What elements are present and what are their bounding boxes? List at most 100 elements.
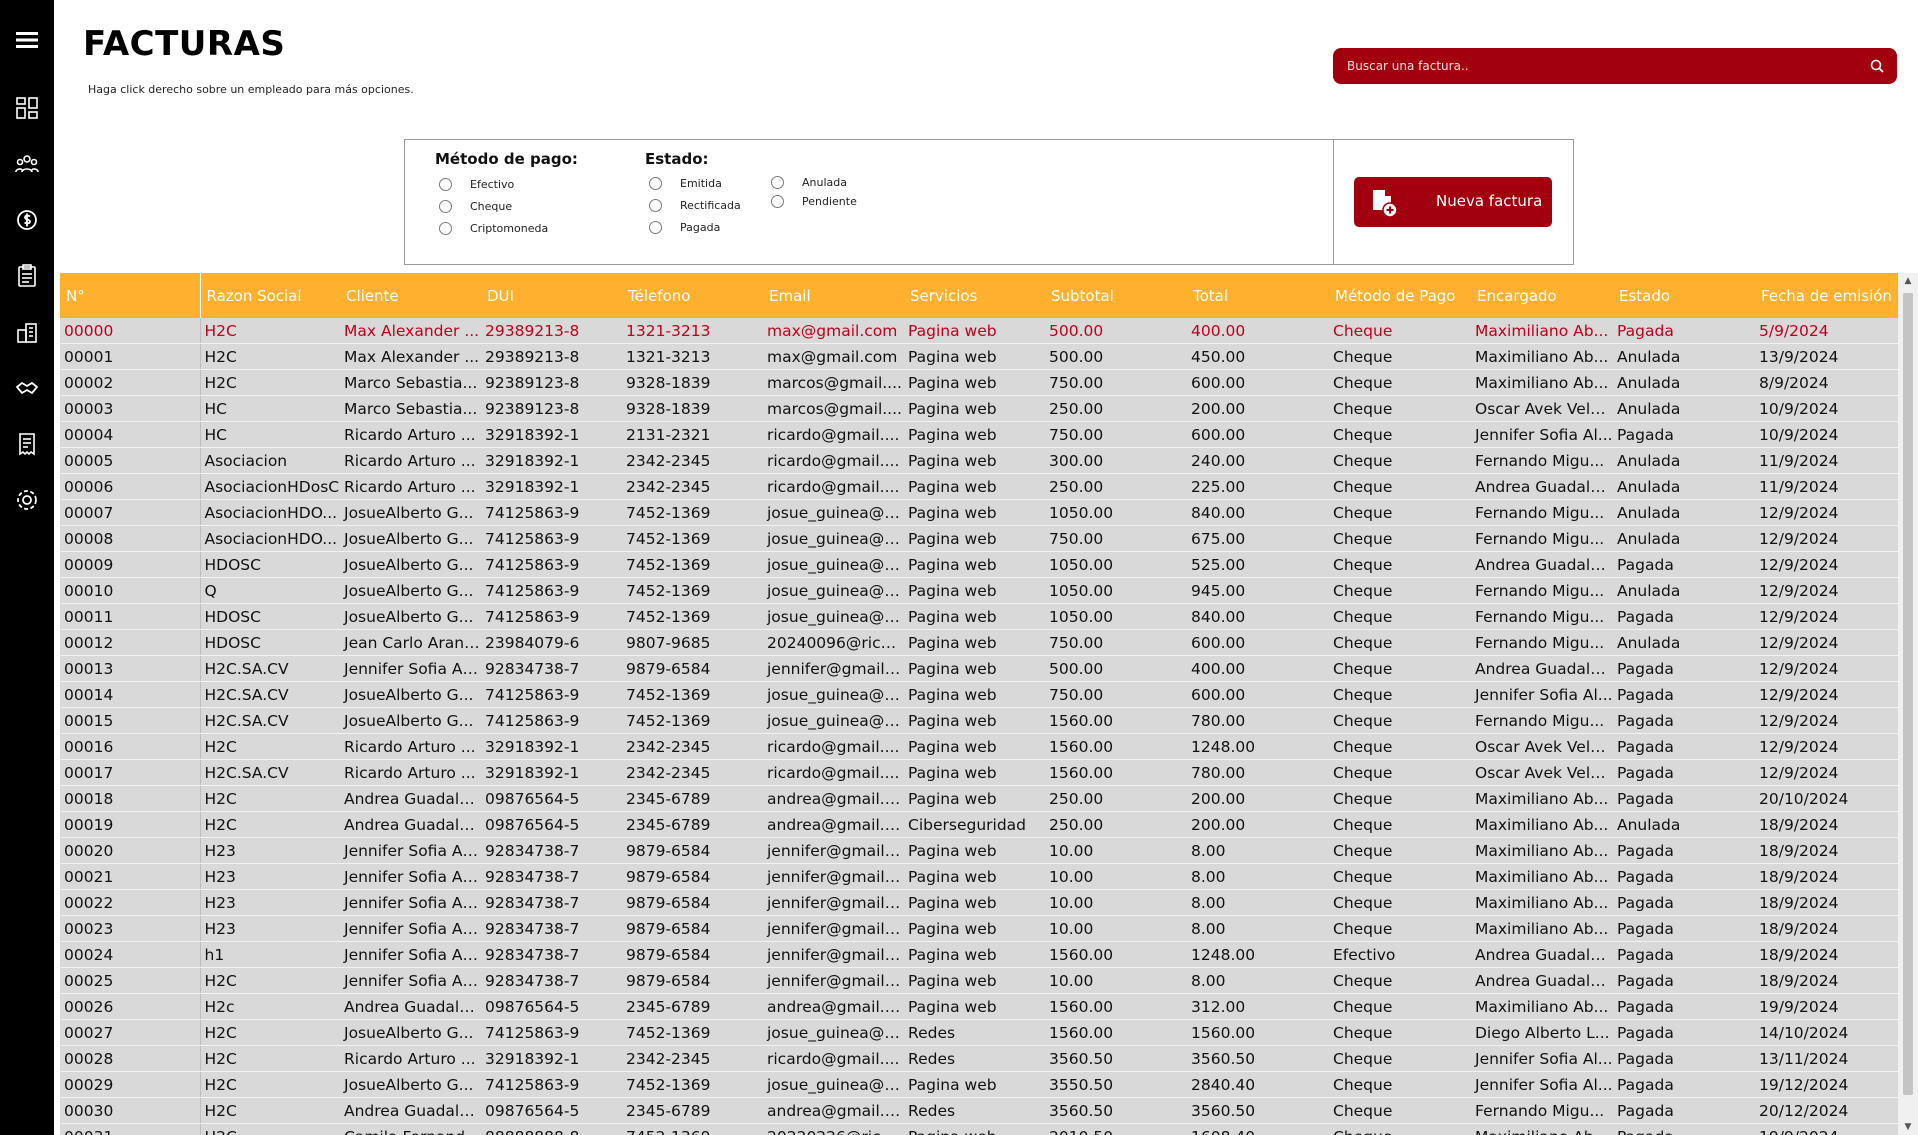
column-header[interactable]: Estado	[1613, 273, 1755, 318]
column-header[interactable]: Email	[763, 273, 904, 318]
column-header[interactable]: Subtotal	[1045, 273, 1187, 318]
table-cell: 3560.50	[1045, 1045, 1187, 1072]
radio-circle[interactable]	[649, 221, 662, 234]
search-icon[interactable]	[1869, 58, 1885, 74]
table-row[interactable]: 00003 HC Marco Sebastia... 92389123-8 9328-1…	[60, 395, 1898, 422]
menu-icon[interactable]	[0, 20, 54, 60]
table-row[interactable]: 00027 H2C JosueAlberto G... 74125863-9 7452-…	[60, 1019, 1898, 1046]
money-icon[interactable]	[0, 200, 54, 240]
radio-pendiente[interactable]: Pendiente	[771, 195, 857, 208]
radio-cheque[interactable]: Cheque	[439, 200, 512, 213]
table-row[interactable]: 00025 H2C Jennifer Sofia Al... 92834738-7 98…	[60, 967, 1898, 994]
radio-circle[interactable]	[439, 178, 452, 191]
radio-rectificada[interactable]: Rectificada	[649, 199, 741, 212]
table-row[interactable]: 00012 HDOSC Jean Carlo Arani... 23984079-6 9…	[60, 629, 1898, 656]
table-cell: Pagina web	[904, 707, 1045, 734]
dashboard-icon[interactable]	[0, 88, 54, 128]
table-row[interactable]: 00026 H2c Andrea Guadalu... 09876564-5 2345-…	[60, 993, 1898, 1020]
table-cell: Maximiliano Ab...	[1471, 915, 1613, 942]
table-row[interactable]: 00006 AsociacionHDosC Ricardo Arturo ... 32…	[60, 473, 1898, 500]
table-cell: 00002	[60, 369, 201, 396]
table-cell: Cheque	[1329, 707, 1471, 734]
table-row[interactable]: 00024 h1 Jennifer Sofia Al... 92834738-7 987…	[60, 941, 1898, 968]
table-row[interactable]: 00021 H23 Jennifer Sofia Al... 92834738-7 98…	[60, 863, 1898, 890]
table-row[interactable]: 00015 H2C.SA.CV JosueAlberto G... 74125863-…	[60, 707, 1898, 734]
column-header[interactable]: Fecha de emisión	[1755, 273, 1898, 318]
table-cell: 00031	[60, 1123, 201, 1135]
table-cell: Cheque	[1329, 525, 1471, 552]
radio-circle[interactable]	[771, 195, 784, 208]
table-row[interactable]: 00011 HDOSC JosueAlberto G... 74125863-9 745…	[60, 603, 1898, 630]
table-row[interactable]: 00004 HC Ricardo Arturo ... 32918392-1 2131-…	[60, 421, 1898, 448]
table-cell: Fernando Migu...	[1471, 525, 1613, 552]
column-header[interactable]: DUI	[481, 273, 622, 318]
column-header[interactable]: Razon Social	[200, 273, 340, 318]
table-row[interactable]: 00029 H2C JosueAlberto G... 74125863-9 7452-…	[60, 1071, 1898, 1098]
table-cell: Pagada	[1613, 1123, 1755, 1135]
search-input[interactable]	[1345, 58, 1853, 74]
scroll-down-arrow[interactable]: ▼	[1898, 1119, 1918, 1135]
table-cell: 19/9/2024	[1755, 1123, 1898, 1135]
table-row[interactable]: 00020 H23 Jennifer Sofia Al... 92834738-7 98…	[60, 837, 1898, 864]
table-row[interactable]: 00013 H2C.SA.CV Jennifer Sofia Al... 928347…	[60, 655, 1898, 682]
table-row[interactable]: 00002 H2C Marco Sebastia... 92389123-8 9328-…	[60, 369, 1898, 396]
radio-circle[interactable]	[439, 200, 452, 213]
scroll-thumb[interactable]	[1903, 293, 1913, 1095]
table-row[interactable]: 00023 H23 Jennifer Sofia Al... 92834738-7 98…	[60, 915, 1898, 942]
vertical-scrollbar[interactable]: ▲ ▼	[1898, 273, 1918, 1135]
table-row[interactable]: 00007 AsociacionHDO... JosueAlberto G... 74…	[60, 499, 1898, 526]
radio-circle[interactable]	[771, 176, 784, 189]
radio-efectivo[interactable]: Efectivo	[439, 178, 514, 191]
table-cell: Ricardo Arturo ...	[340, 759, 481, 786]
table-row[interactable]: 00019 H2C Andrea Guadalu... 09876564-5 2345-…	[60, 811, 1898, 838]
column-header[interactable]: N°	[60, 273, 201, 318]
payment-method-title: Método de pago:	[435, 150, 578, 168]
table-row[interactable]: 00028 H2C Ricardo Arturo ... 32918392-1 2342…	[60, 1045, 1898, 1072]
column-header[interactable]: Télefono	[622, 273, 763, 318]
column-header[interactable]: Servicios	[904, 273, 1045, 318]
table-row[interactable]: 00018 H2C Andrea Guadalu... 09876564-5 2345-…	[60, 785, 1898, 812]
table-cell: 12/9/2024	[1755, 551, 1898, 578]
column-header[interactable]: Encargado	[1471, 273, 1613, 318]
radio-emitida[interactable]: Emitida	[649, 177, 722, 190]
users-icon[interactable]	[0, 144, 54, 184]
radio-anulada[interactable]: Anulada	[771, 176, 847, 189]
table-cell: 92389123-8	[481, 369, 622, 396]
table-row[interactable]: 00030 H2C Andrea Guadalu... 09876564-5 2345-…	[60, 1097, 1898, 1124]
table-row[interactable]: 00010 Q JosueAlberto G... 74125863-9 7452-13…	[60, 577, 1898, 604]
handshake-icon[interactable]	[0, 368, 54, 408]
radio-circle[interactable]	[649, 199, 662, 212]
clipboard-icon[interactable]	[0, 256, 54, 296]
table-cell: 00012	[60, 629, 201, 656]
table-row[interactable]: 00005 Asociacion Ricardo Arturo ... 3291839…	[60, 447, 1898, 474]
column-header[interactable]: Total	[1187, 273, 1329, 318]
table-row[interactable]: 00008 AsociacionHDO... JosueAlberto G... 74…	[60, 525, 1898, 552]
radio-criptomoneda[interactable]: Criptomoneda	[439, 222, 548, 235]
radio-circle[interactable]	[649, 177, 662, 190]
table-row[interactable]: 00017 H2C.SA.CV Ricardo Arturo ... 32918392…	[60, 759, 1898, 786]
table-row[interactable]: 00014 H2C.SA.CV JosueAlberto G... 74125863-…	[60, 681, 1898, 708]
table-row[interactable]: 00031H2CCamila Fernand...88888888-87452-…	[60, 1123, 1898, 1135]
table-cell: JosueAlberto G...	[340, 681, 481, 708]
table-cell: 750.00	[1045, 421, 1187, 448]
building-icon[interactable]	[0, 312, 54, 352]
table-row[interactable]: 00000 H2C Max Alexander ... 29389213-8 1321-…	[60, 318, 1898, 344]
table-cell: Cheque	[1329, 863, 1471, 890]
table-row[interactable]: 00009 HDOSC JosueAlberto G... 74125863-9 745…	[60, 551, 1898, 578]
column-header[interactable]: Cliente	[340, 273, 481, 318]
settings-icon[interactable]	[0, 480, 54, 520]
table-row[interactable]: 00016 H2C Ricardo Arturo ... 32918392-1 2342…	[60, 733, 1898, 760]
table-cell: 92834738-7	[481, 837, 622, 864]
invoice-icon[interactable]	[0, 424, 54, 464]
radio-pagada[interactable]: Pagada	[649, 221, 720, 234]
table-row[interactable]: 00022 H23 Jennifer Sofia Al... 92834738-7 98…	[60, 889, 1898, 916]
table-cell: 1321-3213	[622, 318, 763, 344]
table-row[interactable]: 00001 H2C Max Alexander ... 29389213-8 1321-…	[60, 343, 1898, 370]
column-header[interactable]: Método de Pago	[1329, 273, 1471, 318]
radio-circle[interactable]	[439, 222, 452, 235]
new-invoice-button[interactable]: Nueva factura	[1354, 177, 1552, 227]
scroll-up-arrow[interactable]: ▲	[1898, 273, 1918, 289]
table-cell: 23984079-6	[481, 629, 622, 656]
table-cell: 00005	[60, 447, 201, 474]
table-cell: 00015	[60, 707, 201, 734]
